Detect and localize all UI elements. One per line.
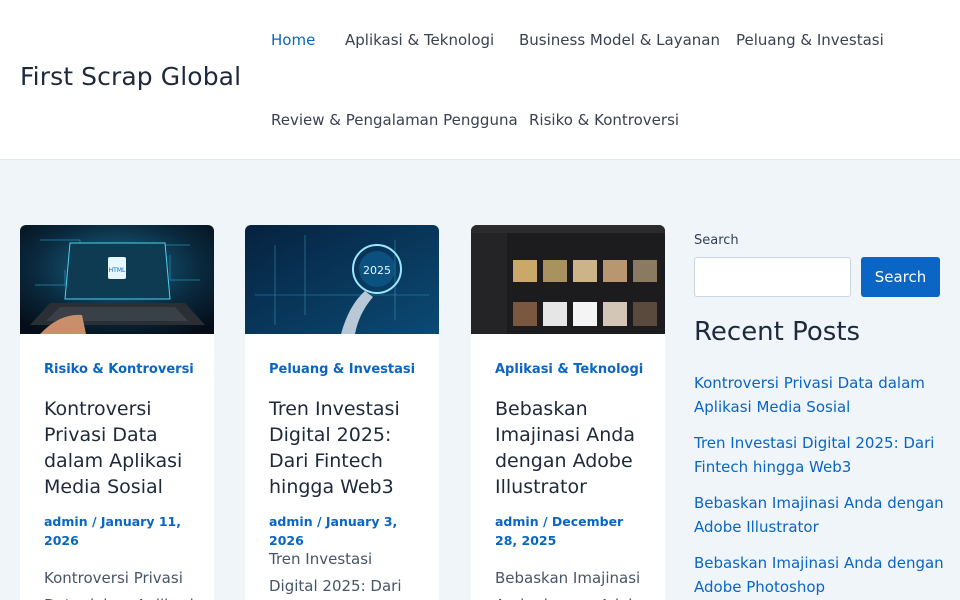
post-meta[interactable]: admin / January 3, 2026 bbox=[269, 512, 419, 550]
site-header: First Scrap Global Home Aplikasi & Tekno… bbox=[0, 0, 960, 160]
search-button[interactable]: Search bbox=[861, 257, 940, 297]
post-meta[interactable]: admin / January 11, 2026 bbox=[44, 512, 194, 550]
nav-item-peluang-investasi[interactable]: Peluang & Investasi bbox=[736, 31, 884, 49]
laptop-html-icon: HTML bbox=[20, 225, 214, 334]
post-thumbnail[interactable] bbox=[471, 225, 665, 334]
post-title[interactable]: Kontroversi Privasi Data dalam Aplikasi … bbox=[44, 396, 204, 500]
svg-text:HTML: HTML bbox=[109, 267, 126, 274]
nav-item-business-model-layanan[interactable]: Business Model & Layanan bbox=[519, 31, 720, 49]
post-excerpt: Bebaskan Imajinasi Anda dengan Adobe bbox=[495, 569, 647, 600]
recent-post-link[interactable]: Bebaskan Imajinasi Anda dengan Adobe Ill… bbox=[694, 491, 944, 539]
search-label: Search bbox=[694, 233, 739, 248]
post-card: HTML Risiko & Kontroversi Kontroversi Pr… bbox=[20, 225, 214, 600]
nav-item-home[interactable]: Home bbox=[271, 31, 315, 49]
post-excerpt: Tren Investasi Digital 2025: Dari bbox=[269, 550, 402, 595]
search-input[interactable] bbox=[694, 257, 851, 297]
post-card: 2025 Peluang & Investasi Tren Investasi … bbox=[245, 225, 439, 600]
post-excerpt: Kontroversi Privasi Data dalam Aplikasi bbox=[44, 569, 194, 600]
recent-post-link[interactable]: Tren Investasi Digital 2025: Dari Fintec… bbox=[694, 431, 944, 479]
recent-posts-heading: Recent Posts bbox=[694, 317, 861, 347]
site-title[interactable]: First Scrap Global bbox=[20, 62, 241, 91]
photo-editor-icon bbox=[471, 225, 665, 334]
digital-2025-icon: 2025 bbox=[245, 225, 439, 334]
post-title[interactable]: Bebaskan Imajinasi Anda dengan Adobe Ill… bbox=[495, 396, 655, 500]
post-meta[interactable]: admin / December 28, 2025 bbox=[495, 512, 645, 550]
svg-text:2025: 2025 bbox=[363, 264, 391, 277]
post-category[interactable]: Peluang & Investasi bbox=[269, 362, 415, 377]
nav-item-aplikasi-teknologi[interactable]: Aplikasi & Teknologi bbox=[345, 31, 494, 49]
post-thumbnail[interactable]: HTML bbox=[20, 225, 214, 334]
nav-item-risiko-kontroversi[interactable]: Risiko & Kontroversi bbox=[529, 111, 679, 129]
post-category[interactable]: Risiko & Kontroversi bbox=[44, 362, 194, 377]
recent-post-link[interactable]: Kontroversi Privasi Data dalam Aplikasi … bbox=[694, 371, 944, 419]
post-category[interactable]: Aplikasi & Teknologi bbox=[495, 362, 643, 377]
nav-item-review-pengalaman-pengguna[interactable]: Review & Pengalaman Pengguna bbox=[271, 111, 518, 129]
post-thumbnail[interactable]: 2025 bbox=[245, 225, 439, 334]
post-title[interactable]: Tren Investasi Digital 2025: Dari Fintec… bbox=[269, 396, 429, 500]
post-card: Aplikasi & Teknologi Bebaskan Imajinasi … bbox=[471, 225, 665, 600]
recent-post-link[interactable]: Bebaskan Imajinasi Anda dengan Adobe Pho… bbox=[694, 551, 944, 599]
